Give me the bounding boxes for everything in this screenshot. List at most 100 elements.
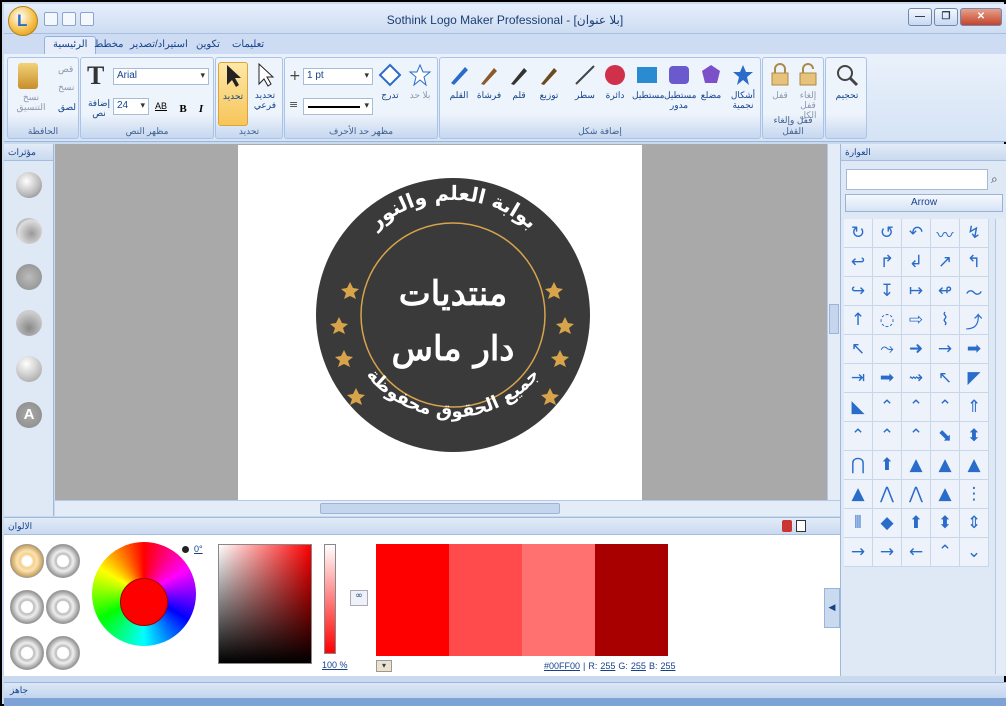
arrow-shape-55-icon[interactable]: ⇕ bbox=[960, 509, 989, 538]
arrow-shape-60-icon[interactable]: ⌄ bbox=[960, 538, 989, 567]
arrow-shape-43-icon[interactable]: ▲ bbox=[902, 451, 931, 480]
arrow-shape-45-icon[interactable]: ▲ bbox=[960, 451, 989, 480]
fill-mode-4[interactable] bbox=[46, 590, 80, 624]
effect-bevel-4[interactable] bbox=[16, 310, 42, 336]
hex-value[interactable]: #00FF00 bbox=[544, 661, 580, 671]
arrow-shape-53-icon[interactable]: ⬆ bbox=[902, 509, 931, 538]
polygon-tool-button[interactable]: مضلع bbox=[696, 62, 726, 100]
bold-button[interactable]: B bbox=[175, 100, 191, 116]
angle-value[interactable]: 0° bbox=[194, 544, 203, 554]
arrow-shape-58-icon[interactable]: ← bbox=[902, 538, 931, 567]
rounded-rect-tool-button[interactable]: مستطيل مدور bbox=[664, 62, 696, 110]
arrow-shape-54-icon[interactable]: ⬍ bbox=[931, 509, 960, 538]
arrow-shape-19-icon[interactable]: ⌇ bbox=[931, 306, 960, 335]
fill-mode-6[interactable] bbox=[46, 636, 80, 670]
design-canvas[interactable]: بوابة العلم والنور جميع الحقوق محفوظة من… bbox=[238, 145, 642, 500]
fill-mode-radial[interactable] bbox=[46, 544, 80, 578]
add-text-icon[interactable]: T bbox=[87, 62, 109, 90]
arrow-shape-23-icon[interactable]: ➜ bbox=[902, 335, 931, 364]
palette-menu-icon[interactable]: ▾ bbox=[376, 660, 392, 672]
arrow-shape-3-icon[interactable]: ↶ bbox=[902, 219, 931, 248]
arrow-shape-17-icon[interactable]: ◌ bbox=[873, 306, 902, 335]
gradient-button[interactable]: تدرج bbox=[375, 62, 405, 100]
canvas-horizontal-scrollbar[interactable] bbox=[55, 500, 840, 516]
unlock-all-button[interactable]: إلغاء قفل الكل bbox=[793, 62, 823, 120]
shape-category-select[interactable]: Arrow bbox=[845, 194, 1003, 212]
arrow-shape-38-icon[interactable]: ⌃ bbox=[902, 422, 931, 451]
opacity-slider[interactable] bbox=[324, 544, 336, 654]
arrow-shape-28-icon[interactable]: ⇝ bbox=[902, 364, 931, 393]
arrow-shape-6-icon[interactable]: ↩ bbox=[844, 248, 873, 277]
close-button[interactable]: ✕ bbox=[960, 8, 1002, 26]
arrow-shape-7-icon[interactable]: ↱ bbox=[873, 248, 902, 277]
circle-tool-button[interactable]: دائرة bbox=[600, 62, 630, 100]
arrow-shape-4-icon[interactable]: 〰 bbox=[931, 219, 960, 248]
arrow-shape-16-icon[interactable]: ↑ bbox=[844, 306, 873, 335]
arrow-shape-49-icon[interactable]: ▲ bbox=[931, 480, 960, 509]
pencil-tool-button[interactable]: قلم bbox=[504, 62, 534, 100]
fill-mode-5[interactable] bbox=[10, 636, 44, 670]
arrow-shape-46-icon[interactable]: ▲ bbox=[844, 480, 873, 509]
eyedropper-icon[interactable] bbox=[782, 520, 792, 532]
rect-tool-button[interactable]: مستطيل bbox=[632, 62, 664, 100]
arrow-shape-31-icon[interactable]: ◣ bbox=[844, 393, 873, 422]
arrow-shape-8-icon[interactable]: ↲ bbox=[902, 248, 931, 277]
lock-button[interactable]: قفل bbox=[765, 62, 795, 100]
shapes-scrollbar[interactable] bbox=[995, 219, 1005, 674]
italic-button[interactable]: I bbox=[193, 100, 209, 116]
tab-import-export[interactable]: استيراد/تصدير bbox=[122, 37, 196, 52]
distribute-tool-button[interactable]: توزيع bbox=[534, 62, 564, 100]
arrow-shape-13-icon[interactable]: ↦ bbox=[902, 277, 931, 306]
cut-button[interactable]: قص bbox=[58, 64, 73, 75]
shape-search-input[interactable] bbox=[846, 169, 988, 190]
star-tool-button[interactable]: أشكال نجمية bbox=[728, 62, 758, 110]
v-scroll-thumb[interactable] bbox=[829, 304, 839, 334]
canvas-vertical-scrollbar[interactable] bbox=[827, 144, 840, 500]
arrow-shape-20-icon[interactable]: ⤴ bbox=[960, 306, 989, 335]
arrow-shape-26-icon[interactable]: ⇥ bbox=[844, 364, 873, 393]
font-size-select[interactable]: 24 bbox=[113, 98, 149, 115]
arrow-shape-30-icon[interactable]: ◤ bbox=[960, 364, 989, 393]
paste-button[interactable]: لصق bbox=[58, 102, 76, 113]
swatch-4[interactable] bbox=[595, 544, 668, 656]
arrow-shape-57-icon[interactable]: → bbox=[873, 538, 902, 567]
app-menu-button[interactable]: L bbox=[8, 6, 38, 36]
fill-mode-3[interactable] bbox=[10, 590, 44, 624]
select-tool-button[interactable]: تحديد bbox=[218, 62, 248, 126]
arrow-shape-15-icon[interactable]: 〜 bbox=[960, 277, 989, 306]
arrow-shape-29-icon[interactable]: ↖ bbox=[931, 364, 960, 393]
b-value[interactable]: 255 bbox=[660, 661, 675, 671]
arrow-shape-34-icon[interactable]: ⌃ bbox=[931, 393, 960, 422]
r-value[interactable]: 255 bbox=[600, 661, 615, 671]
g-value[interactable]: 255 bbox=[631, 661, 646, 671]
arrow-shape-1-icon[interactable]: ↻ bbox=[844, 219, 873, 248]
arrow-shape-2-icon[interactable]: ↺ bbox=[873, 219, 902, 248]
link-icon[interactable]: ∞ bbox=[350, 590, 368, 606]
hue-wheel[interactable] bbox=[92, 542, 196, 646]
text-style-button[interactable]: AB bbox=[153, 100, 169, 116]
no-stroke-button[interactable]: بلا حد bbox=[405, 62, 435, 100]
effect-text-a[interactable]: A bbox=[16, 402, 42, 428]
no-color-icon[interactable] bbox=[796, 520, 806, 532]
arrow-shape-11-icon[interactable]: ↪ bbox=[844, 277, 873, 306]
arrow-shape-56-icon[interactable]: → bbox=[844, 538, 873, 567]
tab-config[interactable]: تكوين bbox=[188, 37, 228, 52]
arrow-shape-41-icon[interactable]: ⋂ bbox=[844, 451, 873, 480]
fill-mode-linear[interactable] bbox=[10, 544, 44, 578]
effect-bevel-2[interactable] bbox=[16, 218, 42, 244]
arrow-shape-24-icon[interactable]: → bbox=[931, 335, 960, 364]
arrow-shape-36-icon[interactable]: ⌃ bbox=[844, 422, 873, 451]
arrow-shape-5-icon[interactable]: ↯ bbox=[960, 219, 989, 248]
subselect-tool-button[interactable]: تحديد فرعي bbox=[250, 62, 280, 110]
arrow-shape-37-icon[interactable]: ⌃ bbox=[873, 422, 902, 451]
collapse-panel-icon[interactable]: ◀ bbox=[824, 588, 840, 628]
arrow-shape-42-icon[interactable]: ⬆ bbox=[873, 451, 902, 480]
arrow-shape-25-icon[interactable]: ➡ bbox=[960, 335, 989, 364]
effect-bevel-1[interactable] bbox=[16, 172, 42, 198]
arrow-shape-9-icon[interactable]: ↗ bbox=[931, 248, 960, 277]
arrow-shape-40-icon[interactable]: ⬍ bbox=[960, 422, 989, 451]
line-style-select[interactable] bbox=[303, 98, 373, 115]
arrow-shape-18-icon[interactable]: ⇨ bbox=[902, 306, 931, 335]
arrow-shape-51-icon[interactable]: ⫴ bbox=[844, 509, 873, 538]
effect-bevel-5[interactable] bbox=[16, 356, 42, 382]
